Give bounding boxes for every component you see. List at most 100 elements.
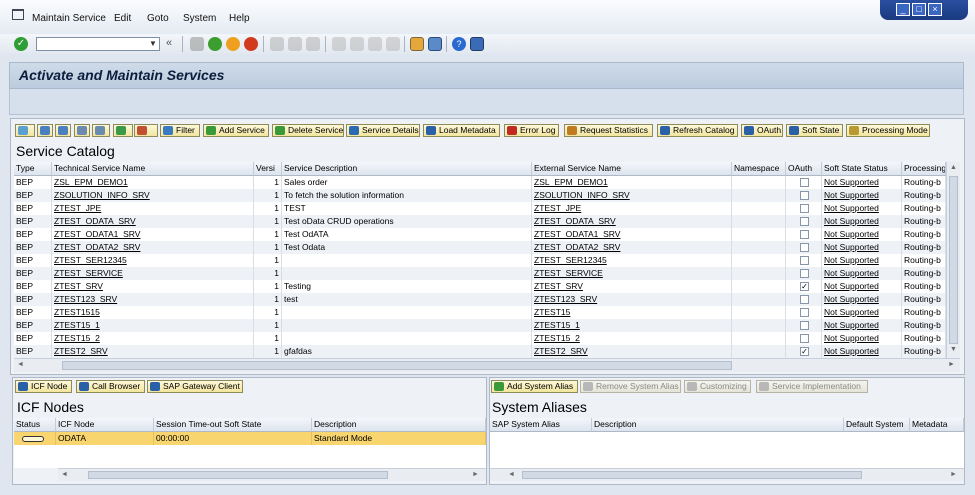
oauth-checkbox[interactable] <box>800 230 809 239</box>
soft-state-status-cell[interactable]: Not Supported <box>822 293 902 306</box>
table-row[interactable]: BEP ZTEST15_1 1 ZTEST15_1 Not Supported Routi… <box>14 319 946 332</box>
help-icon[interactable]: ? <box>452 37 466 51</box>
gateway-client-button[interactable]: SAP Gateway Client <box>147 380 243 393</box>
soft-state-status-cell[interactable]: Not Supported <box>822 176 902 189</box>
external-service-name-cell[interactable]: ZTEST_ODATA2_SRV <box>532 241 732 254</box>
filter-button[interactable]: Filter <box>160 124 200 137</box>
external-service-name-cell[interactable]: ZTEST15 <box>532 306 732 319</box>
technical-service-name-cell[interactable]: ZTEST123_SRV <box>52 293 254 306</box>
icf-col-node[interactable]: ICF Node <box>56 418 154 432</box>
find-button[interactable] <box>74 124 90 137</box>
export-button[interactable] <box>113 124 133 137</box>
external-service-name-cell[interactable]: ZTEST15_1 <box>532 319 732 332</box>
soft-state-button[interactable]: Soft State <box>786 124 843 137</box>
new-session-icon[interactable] <box>410 37 424 51</box>
soft-state-status-cell[interactable]: Not Supported <box>822 345 902 358</box>
icf-node-button[interactable]: ICF Node <box>15 380 72 393</box>
external-service-name-cell[interactable]: ZTEST123_SRV <box>532 293 732 306</box>
table-row[interactable]: BEP ZTEST15_2 1 ZTEST15_2 Not Supported Routi… <box>14 332 946 345</box>
col-header-version[interactable]: Versi <box>254 162 282 176</box>
oauth-checkbox[interactable] <box>800 217 809 226</box>
soft-state-status-cell[interactable]: Not Supported <box>822 215 902 228</box>
technical-service-name-cell[interactable]: ZTEST1515 <box>52 306 254 319</box>
col-header-oauth[interactable]: OAuth <box>786 162 822 176</box>
table-row[interactable]: BEP ZTEST123_SRV 1 test ZTEST123_SRV Not Supp… <box>14 293 946 306</box>
oauth-checkbox[interactable] <box>800 321 809 330</box>
oauth-checkbox[interactable]: ✓ <box>800 282 809 291</box>
table-row[interactable]: BEP ZSL_EPM_DEMO1 1 Sales order ZSL_EPM_DEMO… <box>14 176 946 189</box>
external-service-name-cell[interactable]: ZTEST2_SRV <box>532 345 732 358</box>
table-row[interactable]: BEP ZSOLUTION_INFO_SRV 1 To fetch the solut… <box>14 189 946 202</box>
catalog-horizontal-scrollbar[interactable]: ◄ ► <box>14 358 960 372</box>
soft-state-status-cell[interactable]: Not Supported <box>822 319 902 332</box>
call-browser-button[interactable]: Call Browser <box>76 380 145 393</box>
soft-state-status-cell[interactable]: Not Supported <box>822 228 902 241</box>
soft-state-status-cell[interactable]: Not Supported <box>822 267 902 280</box>
soft-state-status-cell[interactable]: Not Supported <box>822 241 902 254</box>
col-header-external-service-name[interactable]: External Service Name <box>532 162 732 176</box>
command-dropdown-icon[interactable]: ▼ <box>146 37 160 51</box>
alias-col-description[interactable]: Description <box>592 418 844 432</box>
external-service-name-cell[interactable]: ZTEST_JPE <box>532 202 732 215</box>
technical-service-name-cell[interactable]: ZTEST_SRV <box>52 280 254 293</box>
col-header-service-description[interactable]: Service Description <box>282 162 532 176</box>
col-header-namespace[interactable]: Namespace <box>732 162 786 176</box>
soft-state-status-cell[interactable]: Not Supported <box>822 202 902 215</box>
external-service-name-cell[interactable]: ZTEST_SRV <box>532 280 732 293</box>
layout-menu-icon[interactable] <box>470 37 484 51</box>
alias-col-metadata[interactable]: Metadata <box>910 418 964 432</box>
soft-state-status-cell[interactable]: Not Supported <box>822 280 902 293</box>
soft-state-status-cell[interactable]: Not Supported <box>822 254 902 267</box>
oauth-checkbox[interactable]: ✓ <box>800 347 809 356</box>
technical-service-name-cell[interactable]: ZSOLUTION_INFO_SRV <box>52 189 254 202</box>
oauth-checkbox[interactable] <box>800 243 809 252</box>
table-row[interactable]: BEP ZTEST1515 1 ZTEST15 Not Supported Routing… <box>14 306 946 319</box>
table-row[interactable]: ODATA 00:00:00 Standard Mode <box>14 432 486 445</box>
service-details-button[interactable]: Service Details <box>346 124 420 137</box>
menu-edit[interactable]: Edit <box>114 13 131 24</box>
icf-col-timeout[interactable]: Session Time-out Soft State <box>154 418 312 432</box>
menu-help[interactable]: Help <box>229 13 250 24</box>
external-service-name-cell[interactable]: ZSL_EPM_DEMO1 <box>532 176 732 189</box>
technical-service-name-cell[interactable]: ZTEST_ODATA1_SRV <box>52 228 254 241</box>
table-row[interactable]: BEP ZTEST_JPE 1 TEST ZTEST_JPE Not Supported R… <box>14 202 946 215</box>
oauth-button[interactable]: OAuth <box>741 124 783 137</box>
oauth-checkbox[interactable] <box>800 204 809 213</box>
add-system-alias-button[interactable]: Add System Alias <box>491 380 578 393</box>
exit-icon[interactable] <box>226 37 240 51</box>
command-field[interactable] <box>36 37 160 51</box>
error-log-button[interactable]: Error Log <box>504 124 559 137</box>
soft-state-status-cell[interactable]: Not Supported <box>822 332 902 345</box>
catalog-vertical-scrollbar[interactable]: ▲ ▼ <box>946 162 960 358</box>
col-header-technical-service-name[interactable]: Technical Service Name <box>52 162 254 176</box>
external-service-name-cell[interactable]: ZTEST_SER12345 <box>532 254 732 267</box>
external-service-name-cell[interactable]: ZTEST_ODATA1_SRV <box>532 228 732 241</box>
add-service-button[interactable]: Add Service <box>203 124 269 137</box>
menu-goto[interactable]: Goto <box>147 13 169 24</box>
external-service-name-cell[interactable]: ZSOLUTION_INFO_SRV <box>532 189 732 202</box>
oauth-checkbox[interactable] <box>800 269 809 278</box>
oauth-checkbox[interactable] <box>800 178 809 187</box>
technical-service-name-cell[interactable]: ZTEST_ODATA_SRV <box>52 215 254 228</box>
shortcut-icon[interactable] <box>428 37 442 51</box>
sort-ascending-button[interactable] <box>37 124 53 137</box>
external-service-name-cell[interactable]: ZTEST_ODATA_SRV <box>532 215 732 228</box>
menu-maintain-service[interactable]: Maintain Service <box>32 13 106 24</box>
oauth-checkbox[interactable] <box>800 191 809 200</box>
menu-icon[interactable] <box>12 9 24 20</box>
table-row[interactable]: BEP ZTEST_ODATA1_SRV 1 Test OdATA ZTEST_ODAT… <box>14 228 946 241</box>
request-statistics-button[interactable]: Request Statistics <box>564 124 653 137</box>
technical-service-name-cell[interactable]: ZTEST_JPE <box>52 202 254 215</box>
layout-button[interactable] <box>134 124 158 137</box>
save-history-icon[interactable]: « <box>166 37 172 49</box>
restore-button[interactable]: □ <box>912 3 926 16</box>
table-row[interactable]: BEP ZTEST_SERVICE 1 ZTEST_SERVICE Not Suppor… <box>14 267 946 280</box>
technical-service-name-cell[interactable]: ZTEST_ODATA2_SRV <box>52 241 254 254</box>
icf-col-status[interactable]: Status <box>14 418 56 432</box>
sort-descending-button[interactable] <box>55 124 71 137</box>
table-row[interactable]: BEP ZTEST_ODATA_SRV 1 Test oData CRUD opera… <box>14 215 946 228</box>
processing-mode-button[interactable]: Processing Mode <box>846 124 930 137</box>
load-metadata-button[interactable]: Load Metadata <box>423 124 500 137</box>
external-service-name-cell[interactable]: ZTEST15_2 <box>532 332 732 345</box>
oauth-checkbox[interactable] <box>800 295 809 304</box>
